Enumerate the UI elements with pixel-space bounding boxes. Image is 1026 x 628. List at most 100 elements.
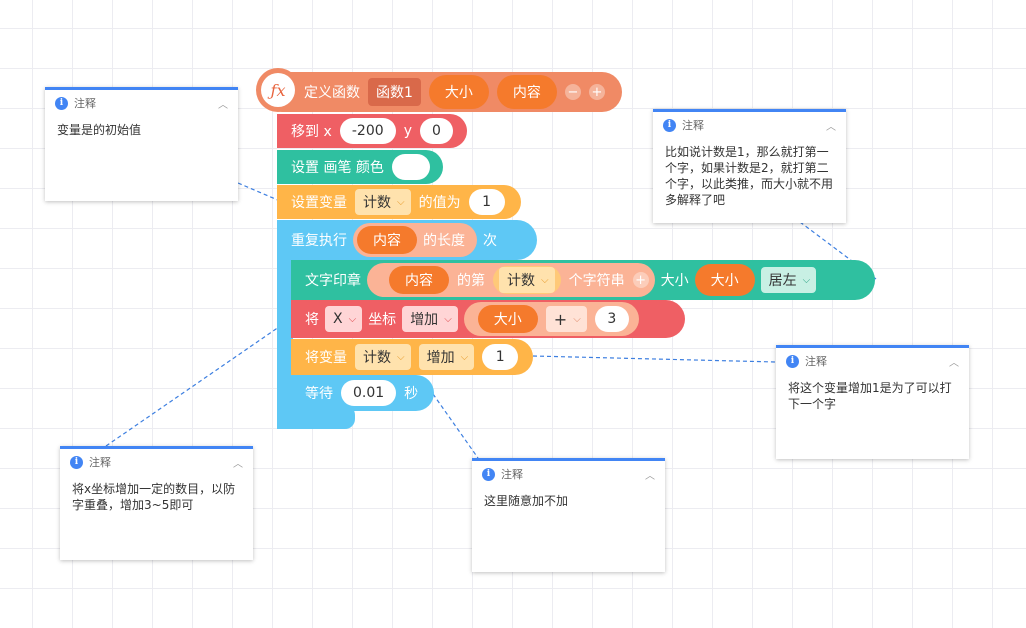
color-picker[interactable] — [391, 154, 430, 180]
operation-dropdown[interactable]: 增加 ⌵ — [402, 306, 458, 332]
chevron-down-icon: ⌵ — [541, 274, 549, 286]
y-value-input[interactable]: 0 — [420, 118, 453, 144]
chevron-down-icon: ⌵ — [397, 196, 405, 208]
comment-title: 注释 — [682, 119, 704, 132]
string-label: 个字符串 — [568, 273, 625, 289]
change-variable-label: 将变量 — [305, 350, 347, 366]
move-to-block[interactable]: 移到 x -200 y 0 — [277, 114, 467, 148]
remove-param-button[interactable]: − — [564, 84, 581, 100]
coordinate-label: 坐标 — [368, 312, 397, 328]
align-value: 居左 — [768, 273, 797, 289]
comment-note[interactable]: i 注释 ︿ 将这个变量增加1是为了可以打下一个字 — [776, 345, 969, 459]
length-label: 的长度 — [423, 233, 465, 249]
comment-text[interactable]: 将x坐标增加一定的数目，以防字重叠，增加3~5即可 — [60, 475, 253, 519]
operation-value: 增加 — [410, 312, 439, 328]
increment-value-input[interactable]: 3 — [594, 306, 629, 332]
variable-name: 计数 — [363, 350, 391, 366]
comment-text[interactable]: 将这个变量增加1是为了可以打下一个字 — [776, 374, 969, 418]
collapse-chevron-icon[interactable]: ︿ — [949, 354, 959, 369]
operation-value: 增加 — [426, 350, 455, 366]
repeat-label: 重复执行 — [291, 233, 347, 249]
text-stamp-label: 文字印章 — [305, 273, 361, 289]
info-icon: i — [482, 467, 495, 481]
comment-title: 注释 — [805, 355, 827, 368]
value-label: 的值为 — [418, 195, 461, 211]
operator-value: + — [553, 309, 568, 329]
content-reporter[interactable]: 内容 — [357, 226, 417, 254]
char-at-reporter[interactable]: 内容 的第 计数 ⌵ 个字符串 + — [367, 263, 655, 297]
char-index-label: 的第 — [457, 273, 485, 289]
set-pen-color-label: 设置 画笔 颜色 — [291, 160, 384, 176]
chevron-down-icon: ⌵ — [444, 313, 452, 325]
connector-line — [532, 355, 777, 363]
variable-value-input[interactable]: 1 — [468, 189, 505, 215]
chevron-down-icon: ⌵ — [348, 313, 357, 325]
change-variable-block[interactable]: 将变量 计数 ⌵ 增加 ⌵ 1 — [291, 339, 533, 375]
define-function-block[interactable]: ƒx 定义函数 函数1 大小 内容 − + — [256, 68, 622, 112]
set-variable-block[interactable]: 设置变量 计数 ⌵ 的值为 1 — [277, 185, 521, 219]
times-label: 次 — [483, 233, 497, 249]
collapse-chevron-icon[interactable]: ︿ — [218, 96, 228, 111]
text-stamp-block[interactable]: 文字印章 内容 的第 计数 ⌵ 个字符串 + 大小 大小 居左 ⌵ — [291, 260, 875, 300]
axis-value: X — [333, 311, 343, 327]
math-reporter[interactable]: 大小 + ⌵ 3 — [463, 302, 639, 336]
operator-dropdown[interactable]: + ⌵ — [545, 306, 587, 332]
chevron-down-icon: ⌵ — [573, 313, 581, 325]
collapse-chevron-icon[interactable]: ︿ — [233, 455, 243, 470]
comment-title: 注释 — [89, 456, 111, 469]
comment-header[interactable]: i 注释 ︿ — [45, 90, 238, 116]
define-function-label: 定义函数 — [304, 85, 360, 101]
comment-note[interactable]: i 注释 ︿ 这里随意加不加 — [472, 458, 665, 572]
change-label: 将 — [305, 312, 319, 328]
size-reporter[interactable]: 大小 — [694, 264, 755, 296]
wait-block[interactable]: 等待 0.01 秒 — [291, 375, 434, 411]
variable-name: 计数 — [363, 195, 391, 211]
chevron-down-icon: ⌵ — [460, 351, 469, 363]
change-value-input[interactable]: 1 — [482, 344, 519, 370]
comment-text[interactable]: 这里随意加不加 — [472, 487, 665, 515]
info-icon: i — [55, 96, 68, 110]
x-value-input[interactable]: -200 — [339, 118, 396, 144]
axis-dropdown[interactable]: X ⌵ — [325, 306, 363, 332]
code-workspace[interactable]: ƒx 定义函数 函数1 大小 内容 − + 移到 x -200 y 0 设置 画… — [0, 0, 1026, 628]
variable-dropdown[interactable]: 计数 ⌵ — [355, 344, 411, 370]
info-icon: i — [663, 118, 676, 132]
align-dropdown[interactable]: 居左 ⌵ — [760, 267, 817, 293]
set-variable-label: 设置变量 — [291, 195, 347, 211]
comment-title: 注释 — [501, 468, 523, 481]
param-content[interactable]: 内容 — [496, 75, 557, 109]
param-size[interactable]: 大小 — [428, 75, 489, 109]
connector-line — [105, 317, 293, 447]
comment-header[interactable]: i 注释 ︿ — [776, 348, 969, 374]
comment-text[interactable]: 比如说计数是1，那么就打第一个字，如果计数是2，就打第二个字，以此类推，而大小就… — [653, 138, 846, 214]
seconds-label: 秒 — [404, 386, 419, 402]
collapse-chevron-icon[interactable]: ︿ — [826, 118, 836, 133]
content-reporter[interactable]: 内容 — [389, 266, 449, 294]
wait-seconds-input[interactable]: 0.01 — [341, 380, 397, 406]
add-arg-button[interactable]: + — [632, 272, 649, 288]
variable-dropdown[interactable]: 计数 ⌵ — [499, 267, 555, 293]
length-reporter[interactable]: 内容 的长度 — [353, 223, 477, 257]
fx-icon: ƒx — [256, 68, 300, 112]
variable-name: 计数 — [507, 273, 535, 289]
comment-header[interactable]: i 注释 ︿ — [60, 449, 253, 475]
set-pen-color-block[interactable]: 设置 画笔 颜色 — [277, 150, 443, 184]
function-name-field[interactable]: 函数1 — [368, 78, 421, 106]
comment-note[interactable]: i 注释 ︿ 将x坐标增加一定的数目，以防字重叠，增加3~5即可 — [60, 446, 253, 560]
comment-header[interactable]: i 注释 ︿ — [472, 461, 665, 487]
add-param-button[interactable]: + — [588, 84, 605, 100]
variable-dropdown[interactable]: 计数 ⌵ — [355, 189, 411, 215]
change-coordinate-block[interactable]: 将 X ⌵ 坐标 增加 ⌵ 大小 + ⌵ 3 — [291, 300, 685, 338]
connector-line — [432, 393, 479, 459]
comment-note[interactable]: i 注释 ︿ 比如说计数是1，那么就打第一个字，如果计数是2，就打第二个字，以此… — [653, 109, 846, 223]
comment-title: 注释 — [74, 97, 96, 110]
collapse-chevron-icon[interactable]: ︿ — [645, 467, 655, 482]
operation-dropdown[interactable]: 增加 ⌵ — [418, 344, 475, 370]
size-reporter[interactable]: 大小 — [477, 305, 538, 333]
comment-header[interactable]: i 注释 ︿ — [653, 112, 846, 138]
repeat-block[interactable]: 重复执行 内容 的长度 次 — [277, 220, 537, 260]
index-reporter[interactable]: 计数 ⌵ — [493, 266, 561, 294]
comment-note[interactable]: i 注释 ︿ 变量是的初始值 — [45, 87, 238, 201]
move-to-label: 移到 x — [291, 124, 332, 140]
comment-text[interactable]: 变量是的初始值 — [45, 116, 238, 144]
